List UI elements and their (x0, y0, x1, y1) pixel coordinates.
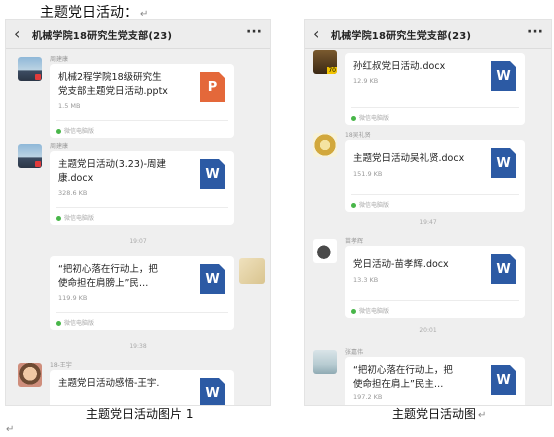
chat-header: ‹ 机械学院18研究生党支部(23) ··· (305, 20, 551, 49)
sender-name: 18-王宇 (50, 362, 72, 369)
file-message[interactable]: “把初心落在行动上，把 使命担在肩膀上”民… 119.9 KB W 微信电脑版 (50, 256, 234, 330)
file-size: 151.9 KB (353, 170, 383, 178)
doc-heading-text: 主题党日活动： (40, 5, 138, 21)
file-size: 119.9 KB (58, 294, 88, 302)
file-name: 孙红叔党日活动.docx (353, 61, 446, 72)
avatar[interactable] (18, 57, 42, 81)
chat-title: 机械学院18研究生党支部(23) (32, 31, 173, 42)
divider (56, 312, 228, 313)
source-text: 微信电脑版 (64, 128, 95, 135)
avatar[interactable] (313, 133, 337, 157)
wechat-dot-icon (56, 216, 61, 221)
source-label: 微信电脑版 (56, 213, 94, 222)
sender-name: 周建康 (50, 56, 69, 63)
file-size: 328.6 KB (58, 189, 88, 197)
chat-screenshot-right: ‹ 机械学院18研究生党支部(23) ··· 孙红叔党日活动.docx 12.9… (305, 20, 551, 405)
chat-screenshot-left: ‹ 机械学院18研究生党支部(23) ··· 周建康 机械2程学院18级研究生 … (6, 20, 270, 405)
file-name: 党日活动-苗孝辉.docx (353, 259, 449, 270)
wechat-dot-icon (351, 309, 356, 314)
caption-left: 主题党日活动图片 1 (86, 407, 194, 421)
file-name: 机械2程学院18级研究生 党支部主题党日活动.pptx (58, 72, 168, 97)
caption-right-text: 主题党日活动图 (392, 407, 477, 421)
timestamp: 20:01 (419, 327, 437, 334)
source-label: 微信电脑版 (351, 113, 389, 122)
sender-name: 周建康 (50, 143, 69, 150)
avatar[interactable] (313, 350, 337, 374)
source-label: 微信电脑版 (56, 318, 94, 327)
file-size: 13.3 KB (353, 276, 379, 284)
caption-right: 主题党日活动图 ↵ (392, 405, 486, 422)
return-mark: ↵ (140, 9, 149, 20)
avatar[interactable] (313, 239, 337, 263)
wechat-dot-icon (56, 321, 61, 326)
avatar[interactable] (239, 258, 265, 284)
avatar[interactable] (18, 144, 42, 168)
word-file-icon: W (200, 264, 225, 294)
sender-name: 苗孝辉 (345, 238, 364, 245)
file-message[interactable]: 党日活动-苗孝辉.docx 13.3 KB W 微信电脑版 (345, 246, 525, 318)
file-size: 197.2 KB (353, 393, 383, 401)
timestamp: 19:47 (419, 219, 437, 226)
chat-title: 机械学院18研究生党支部(23) (331, 31, 472, 42)
bottom-return-mark: ↵ (6, 424, 15, 435)
wechat-dot-icon (351, 116, 356, 121)
divider (56, 120, 228, 121)
file-name: “把初心落在行动上，把 使命担在肩上”民主… (353, 365, 453, 390)
word-file-icon: W (200, 378, 225, 405)
chat-header: ‹ 机械学院18研究生党支部(23) ··· (6, 20, 270, 49)
file-message[interactable]: 机械2程学院18级研究生 党支部主题党日活动.pptx 1.5 MB P 微信电… (50, 64, 234, 138)
source-label: 微信电脑版 (351, 200, 389, 209)
divider (351, 107, 519, 108)
source-text: 微信电脑版 (359, 308, 390, 315)
word-file-icon: W (491, 254, 516, 284)
divider (351, 194, 519, 195)
source-text: 微信电脑版 (359, 115, 390, 122)
divider (56, 207, 228, 208)
timestamp: 19:07 (129, 238, 147, 245)
timestamp: 19:38 (129, 343, 147, 350)
source-label: 微信电脑版 (351, 306, 389, 315)
back-arrow-icon[interactable]: ‹ (313, 24, 319, 43)
avatar[interactable] (18, 363, 42, 387)
file-size: 12.9 KB (353, 77, 379, 85)
file-name: 主题党日活动吴礼贤.docx (353, 153, 465, 164)
word-file-icon: W (200, 159, 225, 189)
file-message[interactable]: 孙红叔党日活动.docx 12.9 KB W 微信电脑版 (345, 53, 525, 125)
file-name: 主题党日活动(3.23)-周建 康.docx (58, 159, 166, 184)
file-message[interactable]: “把初心落在行动上，把 使命担在肩上”民主… 197.2 KB W (345, 357, 525, 405)
source-text: 微信电脑版 (64, 215, 95, 222)
ppt-file-icon: P (200, 72, 225, 102)
sender-name: 18吴礼贤 (345, 132, 371, 139)
source-text: 微信电脑版 (64, 320, 95, 327)
more-options-icon[interactable]: ··· (246, 24, 262, 40)
doc-heading: 主题党日活动： ↵ (40, 2, 148, 22)
sender-name: 张嘉伟 (345, 349, 364, 356)
file-size: 1.5 MB (58, 102, 81, 110)
file-name: “把初心落在行动上，把 使命担在肩膀上”民… (58, 264, 158, 289)
file-message[interactable]: 主题党日活动感悟-王宇. W (50, 370, 234, 405)
word-file-icon: W (491, 148, 516, 178)
file-message[interactable]: 主题党日活动(3.23)-周建 康.docx 328.6 KB W 微信电脑版 (50, 151, 234, 225)
word-file-icon: W (491, 61, 516, 91)
source-label: 微信电脑版 (56, 126, 94, 135)
file-name: 主题党日活动感悟-王宇. (58, 378, 160, 389)
more-options-icon[interactable]: ··· (527, 24, 543, 40)
return-mark: ↵ (478, 410, 487, 421)
wechat-dot-icon (56, 129, 61, 134)
wechat-dot-icon (351, 203, 356, 208)
word-file-icon: W (491, 365, 516, 395)
divider (351, 300, 519, 301)
source-text: 微信电脑版 (359, 202, 390, 209)
avatar[interactable] (313, 50, 337, 74)
back-arrow-icon[interactable]: ‹ (14, 24, 20, 43)
file-message[interactable]: 主题党日活动吴礼贤.docx 151.9 KB W 微信电脑版 (345, 140, 525, 212)
